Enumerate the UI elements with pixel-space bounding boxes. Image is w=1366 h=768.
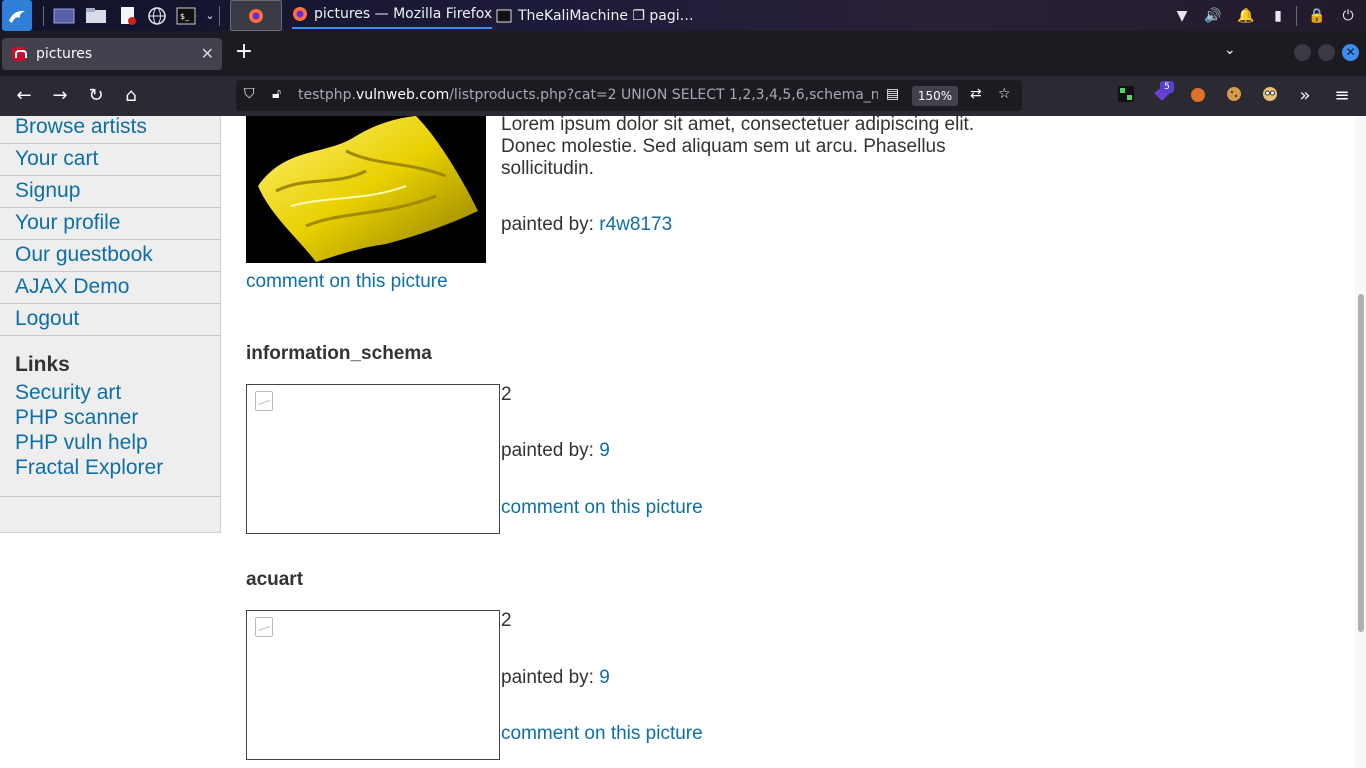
site-favicon-icon — [12, 47, 27, 61]
product-1-painted-by: painted by: r4w8173 — [501, 214, 672, 236]
extension-fox-icon[interactable] — [1187, 85, 1209, 107]
painted-by-label: painted by: — [501, 440, 594, 461]
sidebar-link-logout[interactable]: Logout — [0, 304, 220, 336]
power-icon[interactable]: ⏻ — [1338, 0, 1358, 31]
product-1-description: Lorem ipsum dolor sit amet, consectetuer… — [501, 116, 975, 179]
hamburger-menu-icon[interactable]: ≡ — [1331, 85, 1353, 107]
tracking-shield-icon[interactable]: ⛉ — [244, 86, 255, 102]
bookmark-star-icon[interactable]: ☆ — [998, 86, 1011, 102]
links-heading: Links — [15, 353, 70, 376]
product-1-comment-link[interactable]: comment on this picture — [246, 271, 448, 293]
sidebar-link-signup[interactable]: Signup — [0, 176, 220, 208]
product-2-painted-by: painted by: 9 — [501, 440, 610, 462]
list-all-tabs-chevron-icon[interactable]: ⌄ — [1224, 42, 1236, 58]
product-2-comment-link[interactable]: comment on this picture — [501, 497, 703, 519]
product-2-broken-image[interactable] — [246, 384, 500, 534]
wifi-icon[interactable]: ▼ — [1172, 0, 1192, 31]
broken-image-icon — [255, 391, 273, 411]
maximize-window-button[interactable] — [1318, 44, 1335, 61]
url-bar[interactable]: ⛉ 🔓︎ testphp.vulnweb.com/listproducts.ph… — [236, 80, 1022, 111]
product-3-comment-link[interactable]: comment on this picture — [501, 723, 703, 745]
task-terminal-label: TheKaliMachine ❐ pagi… — [518, 7, 694, 24]
product-2-title[interactable]: information_schema — [246, 343, 432, 365]
painted-by-label: painted by: — [501, 667, 594, 688]
more-extensions-chevron-icon[interactable]: » — [1294, 85, 1316, 107]
product-2-description: 2 — [501, 384, 512, 405]
product-3-description: 2 — [501, 610, 512, 631]
home-icon[interactable]: ⌂ — [120, 85, 142, 107]
cookie-icon[interactable] — [1223, 85, 1245, 107]
sidebar-link-ajax-demo[interactable]: AJAX Demo — [0, 272, 220, 304]
reader-view-icon[interactable]: ▤ — [886, 86, 899, 102]
show-desktop-icon[interactable] — [52, 0, 76, 31]
link-php-scanner[interactable]: PHP scanner — [15, 405, 163, 430]
tab-title: pictures — [36, 46, 93, 62]
broken-image-icon — [255, 617, 273, 637]
tab-pictures[interactable]: pictures ✕ — [2, 38, 222, 70]
zoom-level-badge[interactable]: 150% — [912, 86, 958, 106]
product-1-artist-link[interactable]: r4w8173 — [599, 214, 672, 235]
url-path: /listproducts.php?cat=2 UNION SELECT 1,2… — [449, 87, 878, 103]
forward-arrow-icon[interactable]: → — [49, 85, 71, 107]
firefox-icon — [249, 8, 263, 23]
product-2-artist-link[interactable]: 9 — [599, 440, 610, 461]
kali-dragon-icon — [9, 10, 25, 23]
page-scrollbar[interactable] — [1355, 116, 1366, 768]
external-links-list: Security art PHP scanner PHP vuln help F… — [15, 380, 163, 480]
painted-by-label: painted by: — [501, 214, 594, 235]
volume-icon[interactable]: 🔊 — [1203, 0, 1223, 31]
firefox-icon — [293, 6, 307, 21]
sidebar-divider — [0, 496, 220, 497]
url-text[interactable]: testphp.vulnweb.com/listproducts.php?cat… — [298, 87, 878, 103]
os-taskbar: $_ ⌄ pictures — Mozilla Firefox TheKaliM… — [0, 0, 1366, 31]
product-3-artist-link[interactable]: 9 — [599, 667, 610, 688]
scrollbar-thumb[interactable] — [1358, 294, 1364, 632]
insecure-lock-icon[interactable]: 🔓︎ — [272, 86, 281, 102]
product-3-title[interactable]: acuart — [246, 569, 303, 591]
web-browser-icon[interactable] — [145, 0, 169, 31]
browser-tab-strip: pictures ✕ — [0, 31, 1366, 76]
terminal-launcher-icon[interactable]: $_ — [174, 0, 198, 31]
web-page: Browse artists Your cart Signup Your pro… — [0, 116, 1366, 768]
new-tab-icon[interactable]: + — [234, 41, 254, 63]
sidebar-nav: Browse artists Your cart Signup Your pro… — [0, 116, 220, 336]
reload-icon[interactable]: ↻ — [85, 85, 107, 107]
link-fractal-explorer[interactable]: Fractal Explorer — [15, 455, 163, 480]
text-editor-icon[interactable] — [116, 0, 140, 31]
extension-badge-count: 5 — [1160, 81, 1174, 93]
translate-icon[interactable]: ⇄ — [970, 86, 982, 102]
product-image-fractal[interactable] — [246, 116, 486, 263]
task-firefox-label: pictures — Mozilla Firefox — [314, 5, 493, 22]
link-php-vuln-help[interactable]: PHP vuln help — [15, 430, 163, 455]
sidebar-link-browse-artists[interactable]: Browse artists — [0, 116, 220, 144]
product-3-broken-image[interactable] — [246, 610, 500, 760]
sidebar-link-your-cart[interactable]: Your cart — [0, 144, 220, 176]
product-3-painted-by: painted by: 9 — [501, 667, 610, 689]
url-prefix: testphp. — [298, 87, 356, 103]
close-window-button[interactable]: ✕ — [1342, 44, 1359, 61]
sidebar-link-our-guestbook[interactable]: Our guestbook — [0, 240, 220, 272]
task-firefox[interactable]: pictures — Mozilla Firefox — [292, 0, 493, 29]
minimize-window-button[interactable] — [1294, 44, 1311, 61]
battery-icon[interactable]: ▮ — [1268, 0, 1288, 31]
terminal-icon — [496, 9, 512, 22]
browser-nav-bar: ← → ↻ ⌂ ⛉ 🔓︎ testphp.vulnweb.com/listpro… — [0, 76, 1366, 116]
workspace-firefox-thumbnail[interactable] — [230, 0, 282, 31]
file-manager-icon[interactable] — [84, 0, 108, 31]
notifications-bell-icon[interactable]: 🔔 — [1236, 0, 1256, 31]
back-arrow-icon[interactable]: ← — [13, 85, 35, 107]
close-tab-icon[interactable]: ✕ — [201, 44, 214, 63]
link-security-art[interactable]: Security art — [15, 380, 163, 405]
url-host: vulnweb.com — [355, 87, 450, 103]
extension-mascot-icon[interactable] — [1259, 85, 1281, 107]
task-terminal[interactable]: TheKaliMachine ❐ pagi… — [496, 0, 694, 31]
sidebar: Browse artists Your cart Signup Your pro… — [0, 116, 221, 533]
kali-menu-button[interactable] — [2, 0, 32, 31]
sidebar-link-your-profile[interactable]: Your profile — [0, 208, 220, 240]
lock-screen-icon[interactable]: 🔒 — [1307, 0, 1327, 31]
svg-text:$_: $_ — [180, 12, 190, 21]
extension-grid-icon[interactable] — [1115, 85, 1137, 107]
